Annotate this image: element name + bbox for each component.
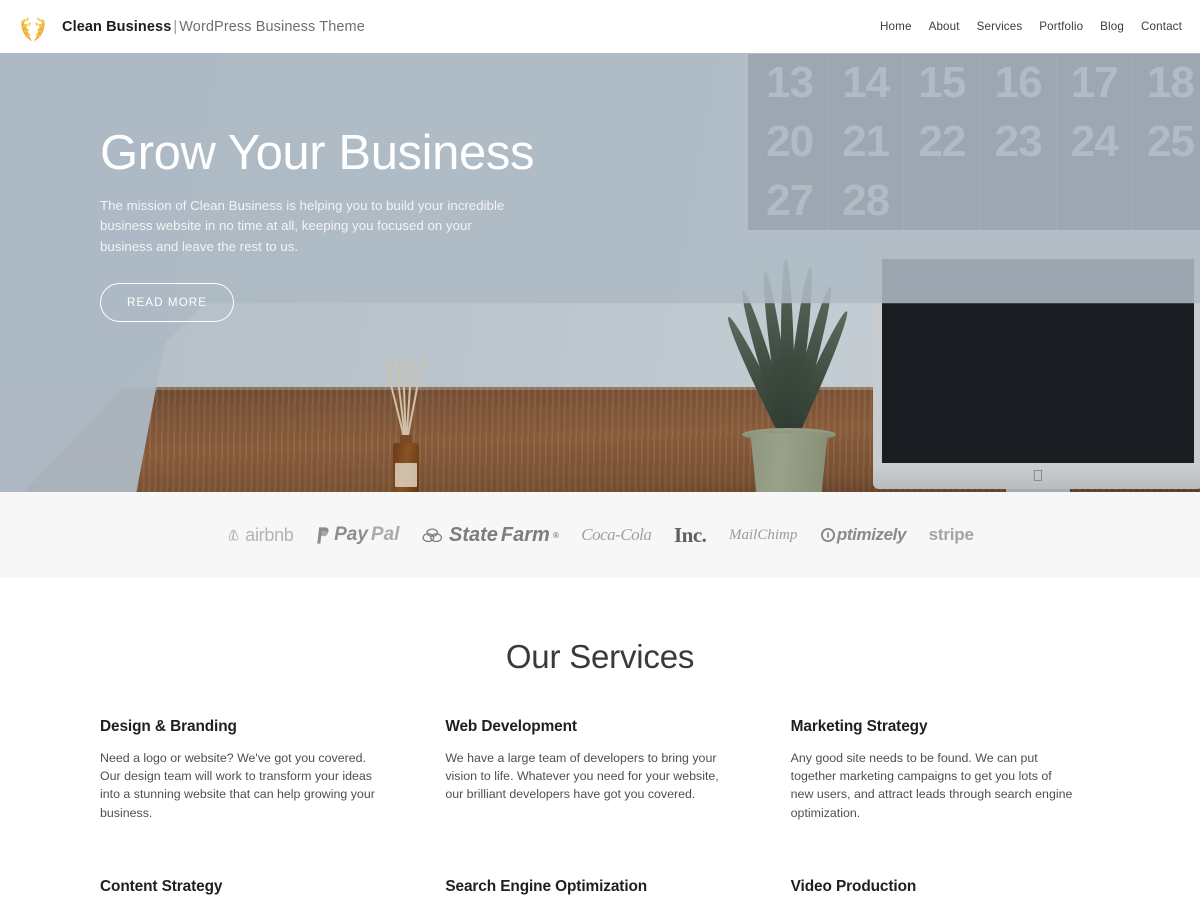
paypal-icon	[317, 526, 329, 544]
logo-inc-label: Inc.	[673, 522, 707, 547]
service-title: Content Strategy	[100, 877, 223, 895]
service-card-content-strategy: Content Strategy Need help putting toget…	[82, 846, 427, 900]
service-card-web-development: Web Development We have a large team of …	[427, 718, 772, 846]
logo-mailchimp-label: MailChimp	[729, 526, 798, 543]
service-card-seo: Search Engine Optimization With the best…	[427, 846, 772, 900]
site-header: Clean Business | WordPress Business Theme …	[0, 0, 1200, 53]
logo-airbnb-label: airbnb	[245, 524, 294, 545]
laurel-wreath-icon	[21, 17, 45, 41]
hero-section: 13 14 15 16 17 18 20 21 22 23 24 25 27 2…	[0, 53, 1200, 492]
nav-item-contact[interactable]: Contact	[1141, 20, 1182, 33]
nav-item-about[interactable]: About	[929, 20, 960, 33]
logo-stripe[interactable]: stripe	[917, 525, 985, 545]
plant-pot	[750, 433, 828, 492]
logo-stripe-label: stripe	[928, 525, 974, 544]
statefarm-icon	[422, 528, 443, 542]
brand-text: Clean Business | WordPress Business Theme	[62, 19, 365, 35]
service-title: Video Production	[790, 877, 917, 895]
logo-optimizely-label: ptimizely	[836, 525, 907, 544]
logo-paypal[interactable]: Pay Pal	[305, 524, 411, 546]
logo-statefarm[interactable]: State Farm ®	[411, 524, 570, 547]
optimizely-icon	[820, 527, 835, 543]
hero-content: Grow Your Business The mission of Clean …	[100, 126, 535, 322]
service-card-design-branding: Design & Branding Need a logo or website…	[82, 718, 427, 846]
service-card-video-production: Video Production Need help for putting t…	[773, 846, 1118, 900]
services-grid: Design & Branding Need a logo or website…	[0, 676, 1200, 900]
brand-separator: |	[173, 18, 178, 35]
imac-stand	[1006, 489, 1070, 492]
logo-airbnb[interactable]: airbnb	[215, 525, 305, 546]
logo-paypal-label-1: Pay	[334, 524, 368, 545]
service-title: Web Development	[445, 718, 577, 735]
main-navigation: Home About Services Portfolio Blog Conta…	[880, 20, 1182, 33]
logo-statefarm-label-2: Farm	[500, 523, 550, 546]
service-description: Need a logo or website? We've got you co…	[100, 751, 375, 820]
bottle-label	[395, 463, 417, 487]
logo-mailchimp[interactable]: MailChimp	[718, 527, 809, 544]
nav-item-services[interactable]: Services	[977, 20, 1023, 33]
service-description: Any good site needs to be found. We can …	[790, 751, 1073, 820]
brand-logo[interactable]: Clean Business | WordPress Business Theme	[14, 8, 365, 46]
apple-logo-icon: 	[1032, 469, 1043, 484]
nav-item-home[interactable]: Home	[880, 20, 912, 33]
logo-paypal-label-2: Pal	[370, 524, 400, 545]
logo-coca-cola[interactable]: Coca-Cola	[570, 525, 663, 545]
brand-name: Clean Business	[62, 18, 172, 35]
service-title: Design & Branding	[100, 718, 237, 735]
bottle	[393, 443, 419, 492]
airbnb-icon	[228, 528, 239, 541]
service-title: Marketing Strategy	[790, 718, 928, 735]
imac-chin: 	[873, 463, 1200, 489]
hero-description: The mission of Clean Business is helping…	[100, 197, 505, 254]
brand-tagline: WordPress Business Theme	[179, 18, 365, 35]
service-card-marketing-strategy: Marketing Strategy Any good site needs t…	[773, 718, 1118, 846]
reed-diffuser	[383, 353, 427, 492]
logo-optimizely[interactable]: ptimizely	[809, 525, 918, 545]
client-logo-strip: airbnb Pay Pal State Farm ® Coca-Cola Inc. …	[0, 492, 1200, 578]
nav-item-portfolio[interactable]: Portfolio	[1039, 20, 1083, 33]
read-more-button[interactable]: READ MORE	[100, 282, 235, 322]
logo-statefarm-label-3: ®	[552, 530, 559, 540]
nav-item-blog[interactable]: Blog	[1100, 20, 1124, 33]
services-title: Our Services	[505, 638, 695, 675]
service-description: We have a large team of developers to br…	[445, 751, 719, 802]
hero-title: Grow Your Business	[100, 126, 535, 180]
service-title: Search Engine Optimization	[445, 877, 648, 895]
services-section: Our Services Design & Branding Need a lo…	[0, 578, 1200, 900]
logo-statefarm-label-1: State	[449, 523, 498, 546]
logo-coca-cola-label: Coca-Cola	[581, 525, 652, 544]
logo-inc[interactable]: Inc.	[663, 523, 718, 548]
